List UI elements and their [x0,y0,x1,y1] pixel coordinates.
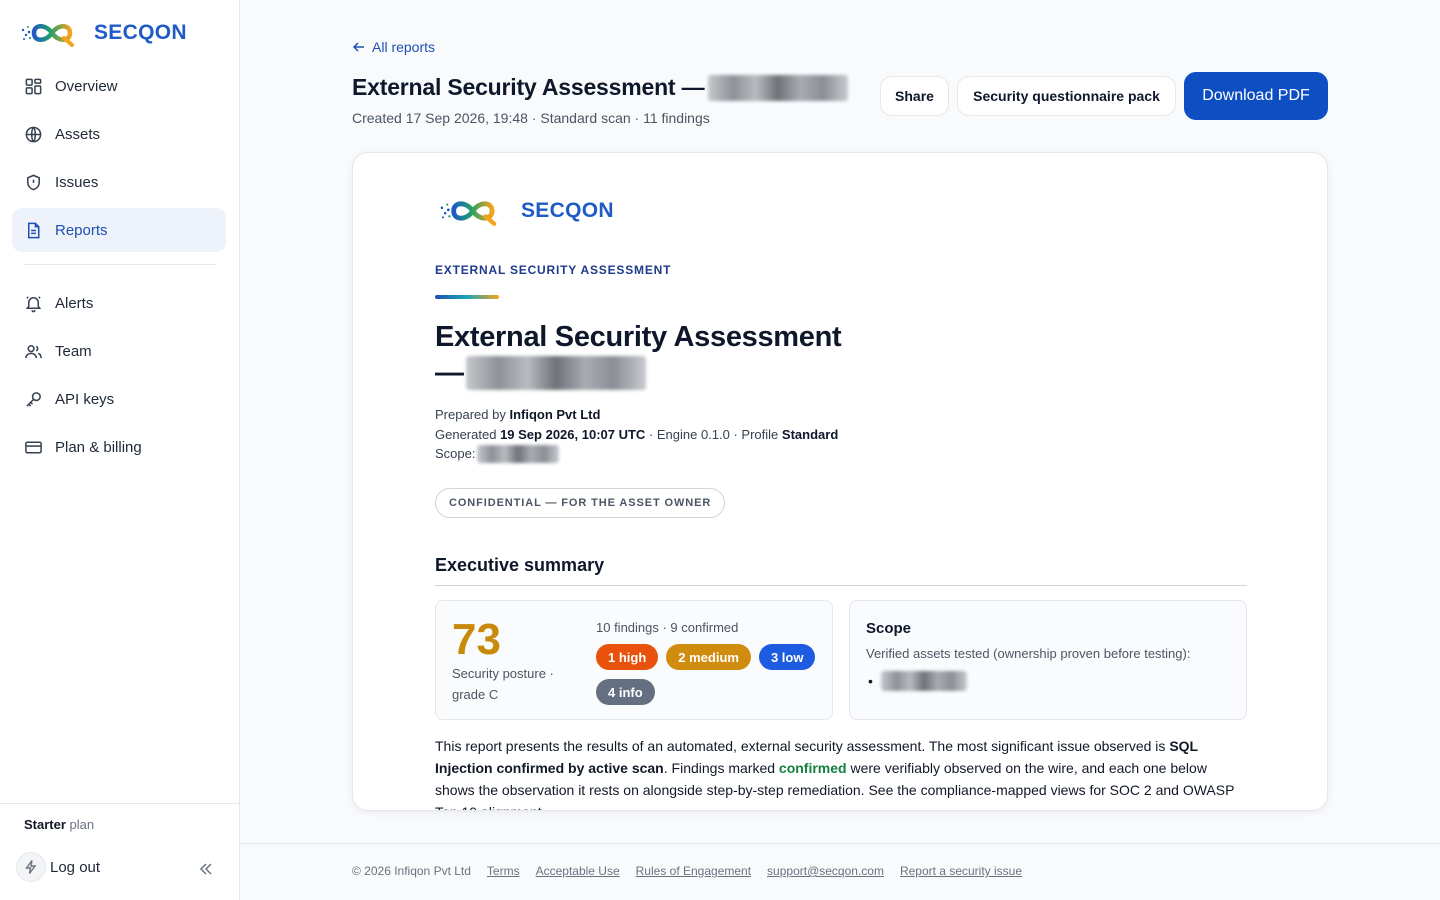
secqon-logo-icon [21,24,74,47]
scope-label: Scope: [435,446,476,461]
redacted-asset-name [708,74,849,101]
posture-grade: Security posture · grade C [452,666,554,702]
confirmed-keyword: confirmed [778,760,847,776]
severity-pill-low: 3 low [758,644,816,670]
generated-label: Generated [435,426,497,442]
prepared-value: Infiqon Pvt Ltd [509,407,601,422]
download-pdf-button[interactable]: Download PDF [1184,72,1328,120]
key-icon [26,391,41,407]
posture-score: 73 [452,615,501,664]
shield-icon [27,174,40,190]
bell-icon [25,295,42,312]
back-link-all-reports[interactable]: All reports [352,39,435,55]
arrow-left-icon [352,42,364,52]
sidebar-item-label: Team [55,342,92,360]
findings-count: 10 findings · 9 confirmed [596,620,739,635]
accent-bar [435,295,499,299]
redacted-asset [880,671,967,691]
sidebar-item-label: Alerts [55,294,94,312]
document-icon [27,222,40,238]
footer-link-acceptable-use[interactable]: Acceptable Use [536,864,620,878]
sidebar-footer: Starter plan Log out [0,803,239,900]
report-preview-card: SECQON EXTERNAL SECURITY ASSESSMENT Exte… [352,152,1328,811]
logout-button[interactable]: Log out [16,852,100,882]
back-link-label: All reports [372,39,436,55]
collapse-sidebar-icon[interactable] [196,859,216,879]
sidebar-item-label: Plan & billing [55,438,142,456]
sidebar-item-reports[interactable]: Reports [12,208,226,252]
summary-text: . Findings marked [663,760,779,776]
footer-link-report-security-issue[interactable]: Report a security issue [900,864,1022,878]
secqon-logo-icon [440,201,497,226]
sidebar-item-assets[interactable]: Assets [12,112,226,156]
sidebar-item-team[interactable]: Team [12,329,226,373]
report-title: External Security Assessment — [435,319,842,391]
sidebar-item-label: API keys [55,390,115,408]
sidebar-item-plan-billing[interactable]: Plan & billing [12,425,226,469]
nav-divider [24,264,216,265]
bullet-icon: • [868,673,873,689]
severity-pills: 1 high 2 medium 3 low 4 info [596,644,826,705]
sidebar-item-label: Issues [55,173,99,191]
page-subtitle: Created 17 Sep 2026, 19:48 · Standard sc… [352,110,710,126]
report-title-dash: — [435,357,464,389]
footer-link-support-email[interactable]: support@secqon.com [767,864,884,878]
lightning-icon [16,852,46,882]
sidebar-item-api-keys[interactable]: API keys [12,377,226,421]
severity-pill-medium: 2 medium [666,644,751,670]
profile-value: Standard [781,426,839,442]
generated-value: 19 Sep 2026, 10:07 UTC [500,426,646,442]
plan-indicator: Starter plan [24,817,94,832]
grid-icon [25,78,42,94]
posture-score-box: 73 Security posture · grade C 10 finding… [435,600,833,720]
sidebar-item-overview[interactable]: Overview [12,64,226,108]
redacted-scope [477,444,560,463]
logout-label: Log out [50,858,101,876]
report-title-line1: External Security Assessment [435,321,842,353]
report-brand-logo: SECQON [435,195,614,227]
scope-heading: Scope [866,620,912,637]
users-icon [25,344,42,358]
footer-link-terms[interactable]: Terms [487,864,520,878]
sidebar-nav: Overview Assets Issues Reports Alerts Te… [12,64,226,473]
sidebar-item-issues[interactable]: Issues [12,160,226,204]
confidential-badge: CONFIDENTIAL — FOR THE ASSET OWNER [435,488,726,518]
page-title: External Security Assessment — [352,74,849,101]
sidebar-item-label: Reports [55,221,108,239]
section-divider [435,585,1247,586]
footer-link-rules-of-engagement[interactable]: Rules of Engagement [636,864,751,878]
credit-card-icon [25,441,42,453]
summary-text: This report presents the results of an a… [435,738,1170,754]
severity-pill-info: 4 info [596,679,655,705]
security-questionnaire-pack-button[interactable]: Security questionnaire pack [957,76,1176,116]
sidebar-item-label: Assets [55,125,101,143]
brand-name: SECQON [94,21,187,44]
executive-summary-heading: Executive summary [435,555,605,575]
summary-paragraph: This report presents the results of an a… [435,735,1247,810]
plan-suffix: plan [69,817,95,832]
globe-icon [25,126,42,142]
prepared-label: Prepared by [435,407,506,422]
scope-asset-item: • [868,671,967,691]
sidebar-item-alerts[interactable]: Alerts [12,281,226,325]
redacted-asset-name [465,356,646,390]
engine-text: · Engine 0.1.0 · Profile [648,426,779,442]
report-brand-name: SECQON [521,199,614,222]
report-meta: Prepared by Infiqon Pvt Ltd Generated 19… [435,405,838,464]
scope-description: Verified assets tested (ownership proven… [866,646,1191,661]
severity-pill-high: 1 high [596,644,659,670]
page-title-text: External Security Assessment — [352,74,705,100]
sidebar: SECQON Overview Assets Issues Reports Al… [0,0,240,900]
plan-name: Starter [24,817,66,832]
sidebar-item-label: Overview [55,77,118,95]
share-button[interactable]: Share [880,76,949,116]
footer-copyright: © 2026 Infiqon Pvt Ltd [352,864,471,878]
page-footer: © 2026 Infiqon Pvt Ltd Terms Acceptable … [240,843,1440,900]
brand-logo[interactable]: SECQON [20,18,187,48]
scope-box: Scope Verified assets tested (ownership … [849,600,1247,720]
report-eyebrow: EXTERNAL SECURITY ASSESSMENT [435,263,672,277]
